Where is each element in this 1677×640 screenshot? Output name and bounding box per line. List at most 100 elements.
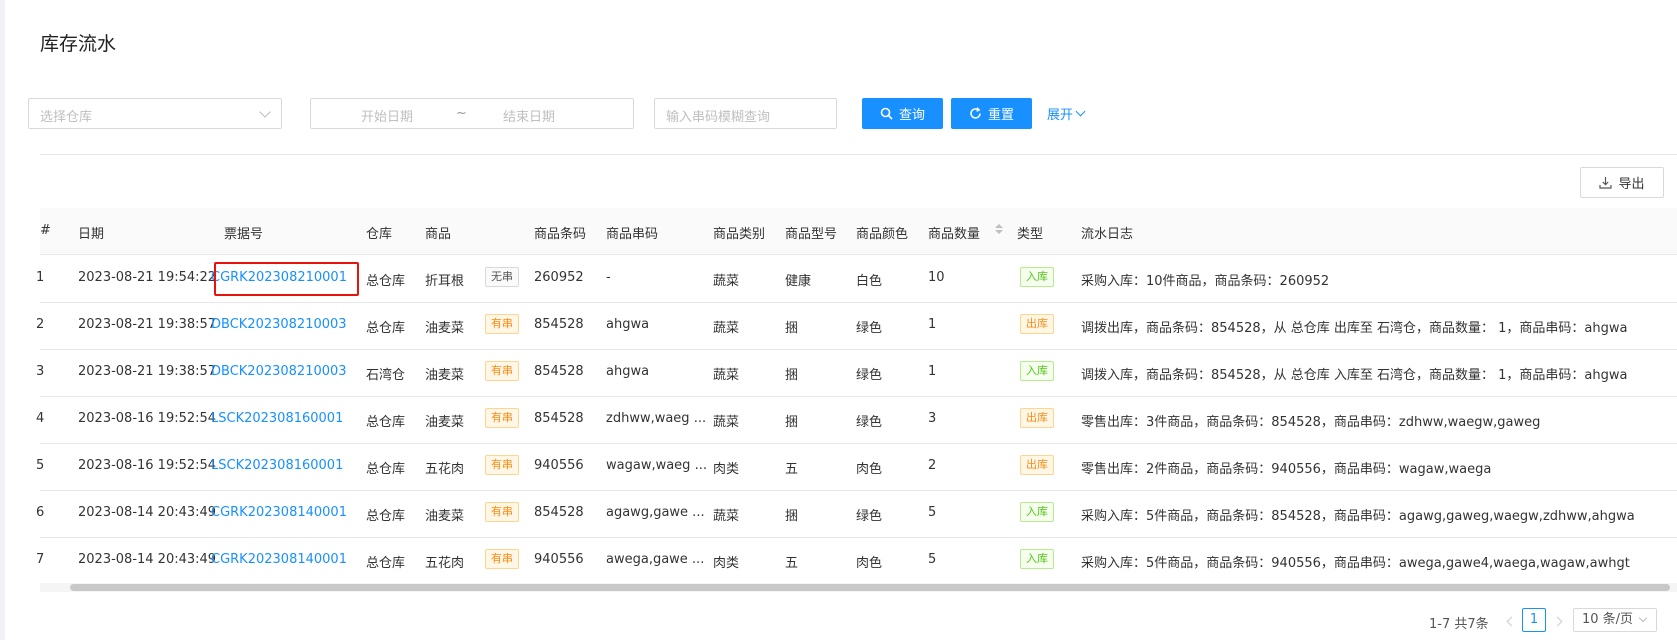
column-header: 商品	[425, 227, 452, 242]
warehouse-cell: 总仓库	[366, 556, 406, 571]
reset-button[interactable]: 重置	[951, 98, 1032, 129]
chevron-down-icon	[259, 106, 271, 118]
doc-number-link[interactable]: CGRK202308140001	[211, 505, 347, 520]
log-cell: 采购入库：5件商品，商品条码：940556，商品串码：awega,gawe4,w…	[1081, 556, 1630, 571]
expand-label: 展开	[1047, 108, 1074, 123]
row-index: 3	[36, 364, 45, 379]
serial-placeholder: 输入串码模糊查询	[666, 110, 771, 125]
chevron-down-icon	[1075, 106, 1086, 117]
category-cell: 肉类	[713, 556, 740, 571]
log-cell: 采购入库：10件商品，商品条码：260952	[1081, 274, 1330, 289]
column-header: 商品串码	[606, 227, 659, 242]
doc-number-link[interactable]: CGRK202308140001	[211, 552, 347, 567]
search-button[interactable]: 查询	[862, 98, 943, 129]
category-cell: 蔬菜	[713, 368, 740, 383]
column-header: 日期	[78, 227, 105, 242]
category-cell: 蔬菜	[713, 509, 740, 524]
log-cell: 调拨出库，商品条码：854528，从 总仓库 出库至 石湾仓，商品数量： 1，商…	[1081, 321, 1628, 336]
barcode-cell: 940556	[534, 458, 584, 473]
quantity-cell: 5	[928, 505, 937, 520]
date-cell: 2023-08-21 19:38:57	[78, 317, 217, 332]
goods-cell: 油麦菜	[425, 509, 465, 524]
reset-button-label: 重置	[987, 108, 1014, 123]
divider	[40, 154, 1677, 155]
category-cell: 肉类	[713, 462, 740, 477]
warehouse-cell: 总仓库	[366, 509, 406, 524]
reload-icon	[970, 107, 981, 119]
serial-search-input[interactable]: 输入串码模糊查询	[654, 98, 837, 129]
doc-number-link[interactable]: LSCK202308160001	[211, 458, 343, 473]
barcode-cell: 854528	[534, 411, 584, 426]
serial-tag: 有串	[485, 361, 519, 381]
doc-number-link[interactable]: LSCK202308160001	[211, 411, 343, 426]
table-row: 6 2023-08-14 20:43:49 CGRK202308140001 总仓库 油…	[36, 490, 1677, 538]
serial-cell: zdhww,waeg ...	[606, 411, 707, 426]
quantity-cell: 1	[928, 364, 937, 379]
color-cell: 肉色	[856, 462, 883, 477]
page-size-label: 10 条/页	[1582, 612, 1634, 627]
column-header-quantity[interactable]: 商品数量	[928, 223, 980, 242]
model-cell: 捆	[785, 509, 799, 524]
barcode-cell: 854528	[534, 505, 584, 520]
export-button[interactable]: 导出	[1580, 167, 1664, 198]
serial-cell: -	[606, 270, 611, 285]
doc-number-link[interactable]: DBCK202308210003	[211, 317, 347, 332]
table-row: 2 2023-08-21 19:38:57 DBCK202308210003 总仓库 油…	[36, 302, 1677, 350]
warehouse-select[interactable]: 选择仓库	[28, 98, 282, 129]
barcode-cell: 854528	[534, 364, 584, 379]
column-header: 仓库	[366, 227, 393, 242]
quantity-cell: 2	[928, 458, 937, 473]
color-cell: 绿色	[856, 509, 883, 524]
model-cell: 五	[785, 556, 799, 571]
goods-cell: 油麦菜	[425, 368, 465, 383]
serial-tag: 有串	[485, 455, 519, 475]
serial-tag: 有串	[485, 408, 519, 428]
serial-cell: ahgwa	[606, 317, 650, 332]
barcode-cell: 854528	[534, 317, 584, 332]
serial-cell: awega,gawe ...	[606, 552, 705, 567]
color-cell: 白色	[856, 274, 883, 289]
doc-number-link[interactable]: DBCK202308210003	[211, 364, 347, 379]
scrollbar-thumb[interactable]	[70, 584, 1670, 591]
category-cell: 蔬菜	[713, 415, 740, 430]
log-cell: 采购入库：5件商品，商品条码：854528，商品串码：agawg,gaweg,w…	[1081, 509, 1635, 524]
serial-tag: 无串	[485, 267, 519, 287]
table-row: 7 2023-08-14 20:43:49 CGRK202308140001 总仓库 五…	[36, 537, 1677, 585]
serial-cell: wagaw,waeg ...	[606, 458, 707, 473]
type-tag: 入库	[1020, 267, 1054, 287]
date-cell: 2023-08-16 19:52:54	[78, 411, 217, 426]
type-tag: 出库	[1020, 314, 1054, 334]
column-header: 商品条码	[534, 227, 587, 242]
goods-cell: 折耳根	[425, 274, 465, 289]
serial-tag: 有串	[485, 549, 519, 569]
color-cell: 绿色	[856, 415, 883, 430]
row-index: 6	[36, 505, 45, 520]
warehouse-cell: 石湾仓	[366, 368, 406, 383]
table-header: # 日期 票据号 仓库 商品 商品条码 商品串码 商品类别 商品型号 商品颜色 …	[40, 208, 1677, 255]
model-cell: 五	[785, 462, 799, 477]
sort-icon[interactable]	[995, 224, 1003, 238]
date-cell: 2023-08-21 19:54:22	[78, 270, 217, 285]
page-item-current[interactable]: 1	[1522, 608, 1546, 632]
type-tag: 入库	[1020, 502, 1054, 522]
end-date-placeholder[interactable]: 结束日期	[503, 106, 555, 125]
date-cell: 2023-08-21 19:38:57	[78, 364, 217, 379]
date-range-picker[interactable]: 开始日期 ~ 结束日期	[310, 98, 634, 129]
log-cell: 调拨入库，商品条码：854528，从 总仓库 入库至 石湾仓，商品数量： 1，商…	[1081, 368, 1628, 383]
prev-page-icon[interactable]	[1506, 616, 1517, 627]
log-cell: 零售出库：2件商品，商品条码：940556，商品串码：wagaw,waega	[1081, 462, 1492, 477]
type-tag: 出库	[1020, 408, 1054, 428]
date-separator: ~	[456, 106, 467, 121]
page-title: 库存流水	[40, 33, 117, 55]
expand-toggle[interactable]: 展开	[1047, 104, 1086, 123]
search-icon	[880, 107, 893, 120]
page-size-select[interactable]: 10 条/页	[1573, 608, 1657, 632]
next-page-icon[interactable]	[1552, 616, 1563, 627]
column-header: 商品类别	[713, 227, 766, 242]
model-cell: 捆	[785, 321, 799, 336]
start-date-placeholder[interactable]: 开始日期	[361, 106, 413, 125]
warehouse-cell: 总仓库	[366, 415, 406, 430]
serial-cell: ahgwa	[606, 364, 650, 379]
column-header: 商品颜色	[856, 227, 909, 242]
quantity-cell: 5	[928, 552, 937, 567]
